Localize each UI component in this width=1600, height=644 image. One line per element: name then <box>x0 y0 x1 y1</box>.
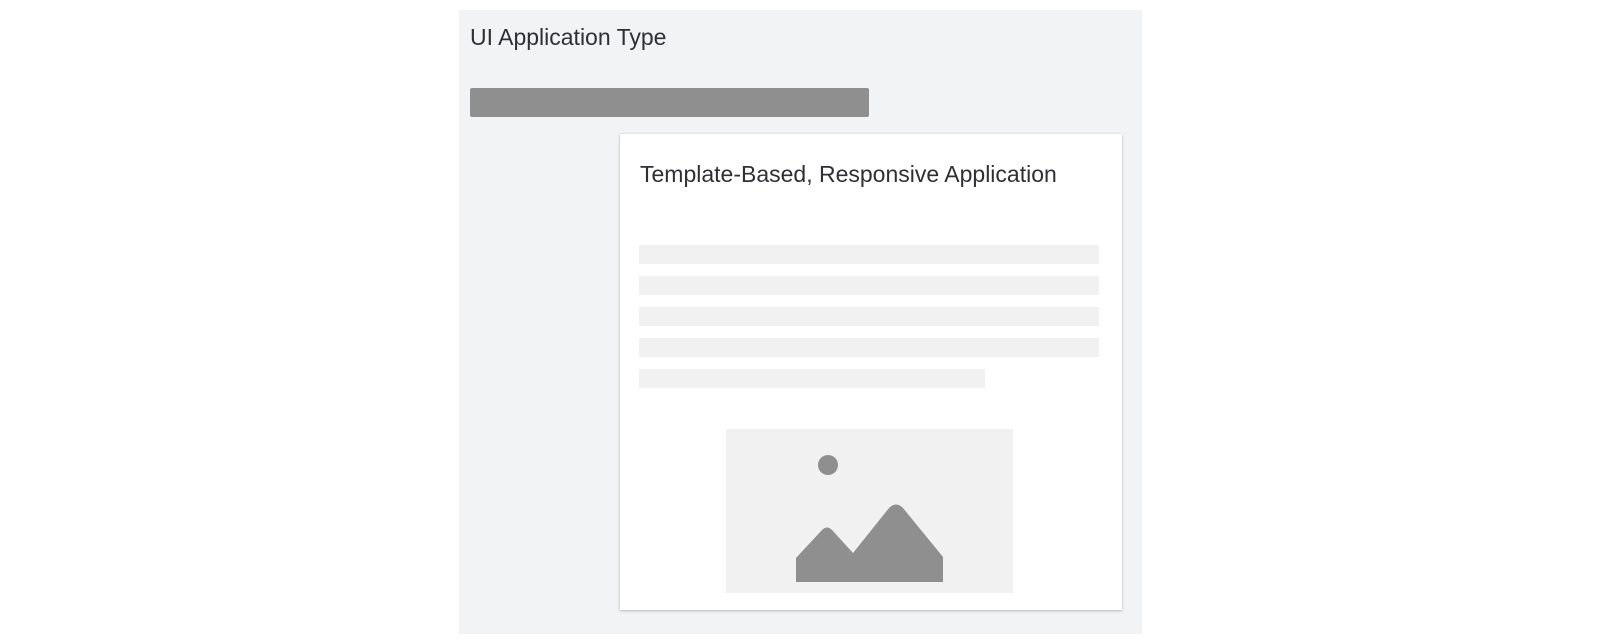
application-type-card[interactable]: Template-Based, Responsive Application <box>620 134 1122 610</box>
sun-icon <box>818 455 838 475</box>
panel-title: UI Application Type <box>470 24 667 50</box>
card-title: Template-Based, Responsive Application <box>640 161 1057 187</box>
mountain-icon <box>796 504 943 582</box>
skeleton-text-line <box>639 245 1099 264</box>
placeholder-bar <box>470 88 869 117</box>
image-placeholder-icon <box>796 455 943 582</box>
skeleton-text-line <box>639 369 985 388</box>
skeleton-text-line <box>639 338 1099 357</box>
skeleton-text-line <box>639 276 1099 295</box>
skeleton-text-line <box>639 307 1099 326</box>
image-placeholder <box>726 429 1013 593</box>
